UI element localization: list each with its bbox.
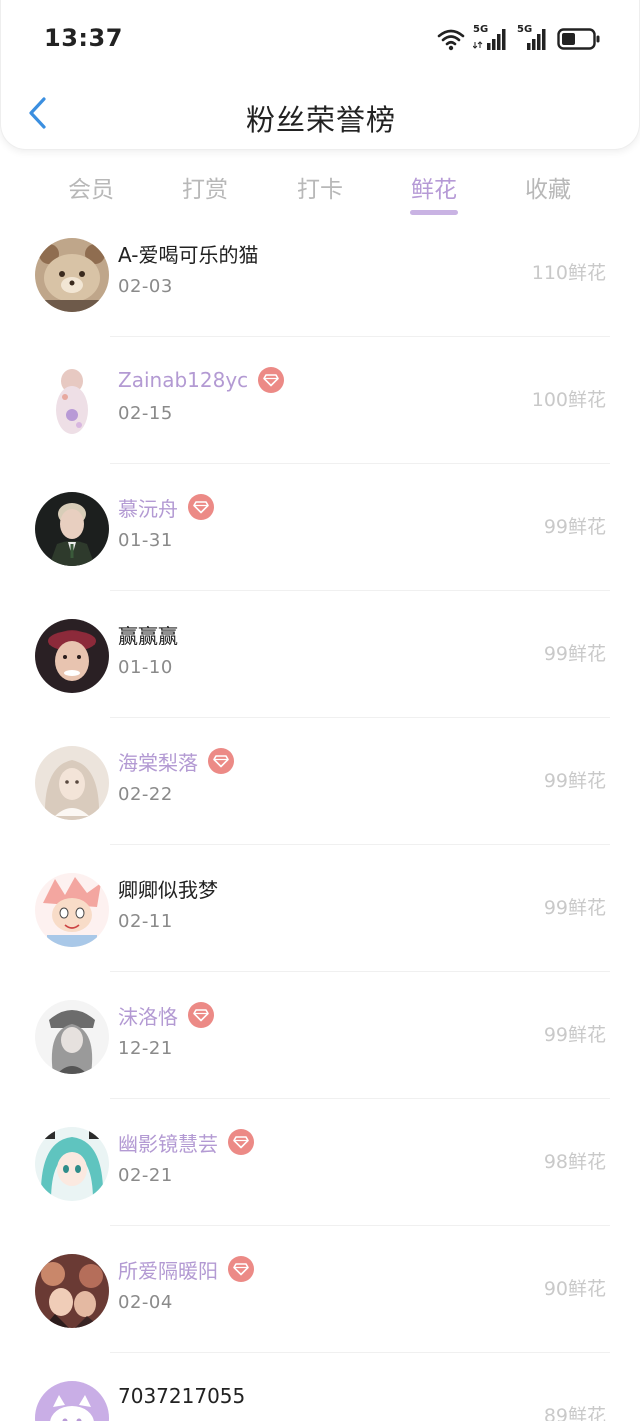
name-line: 沫洛恪	[118, 1000, 214, 1030]
flower-count: 99鲜花	[543, 516, 606, 538]
flower-count: 99鲜花	[543, 643, 606, 665]
tab-reward[interactable]: 打赏	[160, 170, 250, 204]
list-item[interactable]: 7037217055 89鲜花	[0, 1353, 640, 1421]
list-item[interactable]: Zainab128yc 02-15 100鲜花	[0, 337, 640, 464]
user-name: Zainab128yc	[118, 368, 249, 392]
avatar	[35, 1000, 109, 1074]
date: 02-11	[118, 911, 173, 932]
name-line: 慕沅舟	[118, 492, 214, 522]
date: 01-10	[118, 657, 173, 678]
date: 02-22	[118, 784, 173, 805]
name-line: 卿卿似我梦	[118, 873, 218, 903]
name-line: 幽影镜慧芸	[118, 1127, 254, 1157]
flower-count: 110鲜花	[531, 262, 606, 284]
avatar	[35, 1381, 109, 1421]
network-label: 5G	[517, 24, 533, 35]
wifi-icon	[437, 27, 465, 51]
date: 02-03	[118, 276, 173, 297]
flower-count: 99鲜花	[543, 770, 606, 792]
date: 02-21	[118, 1165, 173, 1186]
flower-count: 89鲜花	[543, 1405, 606, 1421]
status-time: 13:37	[44, 24, 123, 52]
fan-ranking-list: A-爱喝可乐的猫 02-03 110鲜花 Zainab128yc 02-15 1…	[0, 220, 640, 1421]
user-name: 幽影镜慧芸	[118, 1131, 218, 1156]
diamond-badge-icon	[188, 1002, 214, 1028]
date: 02-04	[118, 1292, 173, 1313]
avatar	[35, 238, 109, 312]
name-line: 海棠梨落	[118, 746, 234, 776]
flower-count: 99鲜花	[543, 1024, 606, 1046]
list-item[interactable]: 卿卿似我梦 02-11 99鲜花	[0, 845, 640, 972]
battery-icon	[557, 27, 601, 51]
tab-member[interactable]: 会员	[46, 170, 136, 204]
nav-bar: 粉丝荣誉榜	[1, 78, 640, 150]
date: 12-21	[118, 1038, 173, 1059]
diamond-badge-icon	[208, 748, 234, 774]
user-name: 7037217055	[118, 1384, 246, 1408]
user-name: 卿卿似我梦	[118, 877, 218, 902]
network-label: 5G	[473, 24, 489, 35]
tab-checkin[interactable]: 打卡	[275, 170, 365, 204]
user-name: 慕沅舟	[118, 496, 178, 521]
name-line: 赢赢赢	[118, 619, 178, 649]
diamond-badge-icon	[228, 1256, 254, 1282]
name-line: Zainab128yc	[118, 365, 285, 395]
list-item[interactable]: 慕沅舟 01-31 99鲜花	[0, 464, 640, 591]
name-line: 7037217055	[118, 1381, 245, 1411]
list-item[interactable]: 海棠梨落 02-22 99鲜花	[0, 718, 640, 845]
name-line: 所爱隔暖阳	[118, 1254, 254, 1284]
avatar	[35, 365, 109, 439]
active-tab-indicator	[410, 210, 458, 215]
user-name: 海棠梨落	[118, 750, 198, 775]
flower-count: 98鲜花	[543, 1151, 606, 1173]
signal-5g-2-icon: 5G	[517, 24, 549, 52]
user-name: 所爱隔暖阳	[118, 1258, 218, 1283]
diamond-badge-icon	[188, 494, 214, 520]
tab-bar: 会员 打赏 打卡 鲜花 收藏	[0, 160, 640, 220]
flower-count: 99鲜花	[543, 897, 606, 919]
avatar	[35, 492, 109, 566]
page-title: 粉丝荣誉榜	[245, 103, 396, 137]
user-name: A-爱喝可乐的猫	[118, 242, 259, 267]
list-item[interactable]: 沫洛恪 12-21 99鲜花	[0, 972, 640, 1099]
avatar	[35, 619, 109, 693]
avatar	[35, 1254, 109, 1328]
signal-5g-1-icon: 5G	[473, 24, 509, 52]
list-item[interactable]: 所爱隔暖阳 02-04 90鲜花	[0, 1226, 640, 1353]
flower-count: 90鲜花	[543, 1278, 606, 1300]
date: 01-31	[118, 530, 173, 551]
tab-favorites[interactable]: 收藏	[503, 170, 593, 204]
header-card: 13:37 5G 5G 粉丝荣誉榜	[0, 0, 640, 150]
flower-count: 100鲜花	[531, 389, 606, 411]
avatar	[35, 1127, 109, 1201]
diamond-badge-icon	[258, 367, 285, 393]
name-line: A-爱喝可乐的猫	[118, 238, 258, 268]
status-bar: 13:37 5G 5G	[1, 0, 640, 78]
list-item[interactable]: 赢赢赢 01-10 99鲜花	[0, 591, 640, 718]
user-name: 沫洛恪	[118, 1004, 178, 1029]
user-name: 赢赢赢	[118, 623, 178, 648]
list-item[interactable]: 幽影镜慧芸 02-21 98鲜花	[0, 1099, 640, 1226]
list-item[interactable]: A-爱喝可乐的猫 02-03 110鲜花	[0, 220, 640, 337]
diamond-badge-icon	[228, 1129, 254, 1155]
date: 02-15	[118, 403, 173, 424]
avatar	[35, 873, 109, 947]
tab-flowers[interactable]: 鲜花	[389, 170, 479, 204]
status-icons: 5G 5G	[437, 24, 601, 54]
avatar	[35, 746, 109, 820]
